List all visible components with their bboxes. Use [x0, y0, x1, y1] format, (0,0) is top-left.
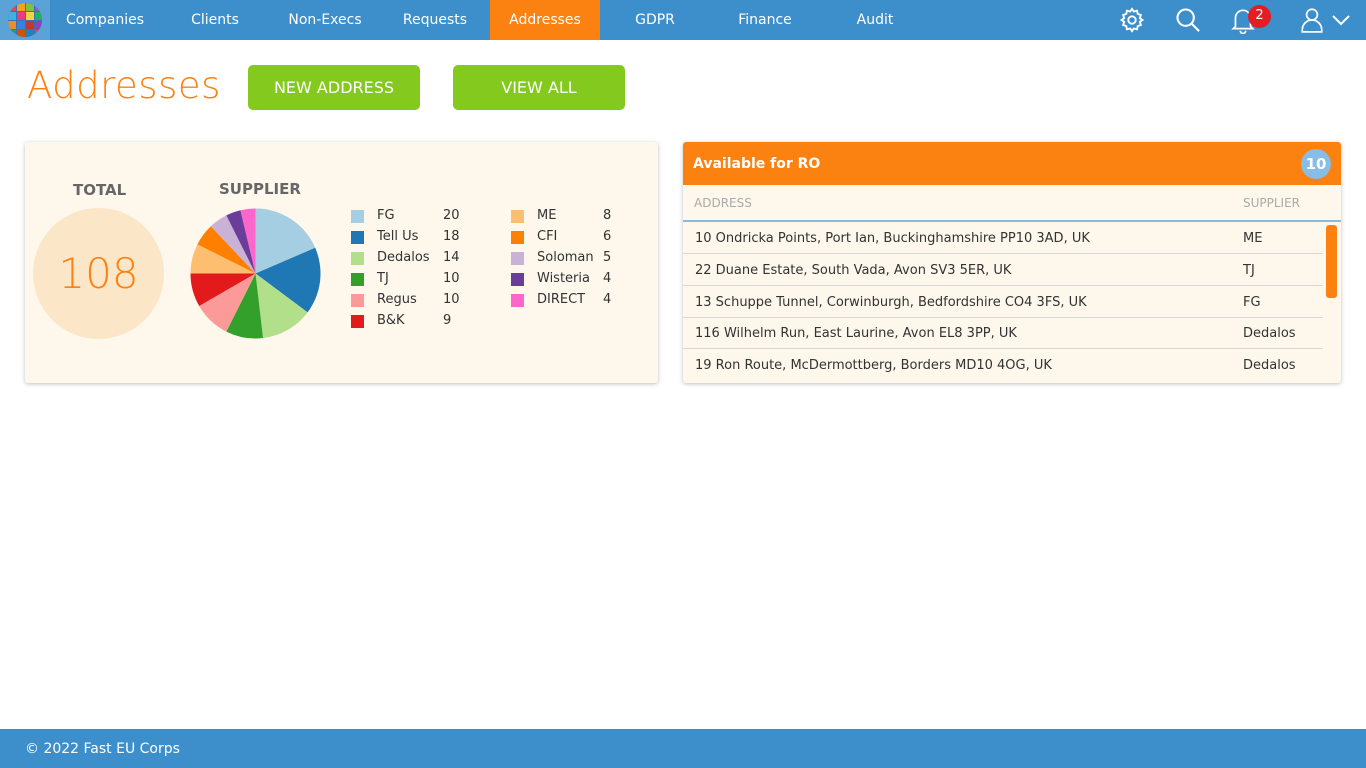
legend-value: 9 — [443, 313, 452, 328]
supplier-pie-chart — [190, 208, 321, 343]
legend-label: TJ — [377, 271, 389, 286]
legend-label: B&K — [377, 313, 405, 328]
new-address-button[interactable]: NEW ADDRESS — [248, 65, 420, 110]
copyright-text: © 2022 Fast EU Corps — [25, 741, 180, 757]
card-header: Available for RO 10 — [683, 142, 1341, 185]
nav-clients[interactable]: Clients — [160, 0, 270, 40]
footer: © 2022 Fast EU Corps — [0, 729, 1366, 768]
user-icon[interactable] — [1296, 0, 1328, 40]
column-header-address[interactable]: ADDRESS — [694, 196, 752, 210]
nav-audit[interactable]: Audit — [820, 0, 930, 40]
table-row[interactable]: 22 Duane Estate, South Vada, Avon SV3 5E… — [683, 255, 1323, 286]
legend-label: CFI — [537, 229, 558, 244]
nav-finance[interactable]: Finance — [710, 0, 820, 40]
legend-label: Dedalos — [377, 250, 430, 265]
chevron-down-icon[interactable] — [1330, 0, 1352, 40]
table-row[interactable]: 10 Ondricka Points, Port Ian, Buckingham… — [683, 223, 1323, 254]
legend-value: 10 — [443, 292, 460, 307]
legend-value: 4 — [603, 271, 612, 286]
gear-icon[interactable] — [1116, 0, 1148, 40]
logo-globe-icon[interactable] — [0, 0, 50, 40]
legend-value: 20 — [443, 208, 460, 223]
supplier-cell: Dedalos — [1243, 326, 1296, 341]
legend-swatch — [351, 273, 364, 286]
legend-label: Soloman — [537, 250, 594, 265]
address-cell: 19 Ron Route, McDermottberg, Borders MD1… — [695, 358, 1052, 373]
supplier-cell: TJ — [1243, 263, 1255, 278]
supplier-label: SUPPLIER — [219, 180, 301, 198]
legend-value: 5 — [603, 250, 612, 265]
legend-swatch — [511, 231, 524, 244]
total-value: 108 — [33, 208, 164, 339]
column-header-supplier[interactable]: SUPPLIER — [1243, 196, 1300, 210]
search-icon[interactable] — [1172, 0, 1204, 40]
legend-swatch — [511, 252, 524, 265]
supplier-cell: Dedalos — [1243, 358, 1296, 373]
nav-addresses[interactable]: Addresses — [490, 0, 600, 40]
legend-value: 4 — [603, 292, 612, 307]
legend-label: Tell Us — [377, 229, 419, 244]
page-title: Addresses — [27, 64, 221, 107]
stats-card: TOTAL 108 SUPPLIER FG 20 Tell Us 18 Dedalos 1… — [25, 142, 658, 383]
supplier-cell: ME — [1243, 231, 1263, 246]
nav-gdpr[interactable]: GDPR — [600, 0, 710, 40]
notification-badge: 2 — [1248, 5, 1271, 28]
legend-swatch — [511, 273, 524, 286]
legend-value: 18 — [443, 229, 460, 244]
legend-label: DIRECT — [537, 292, 586, 307]
legend-swatch — [511, 294, 524, 307]
legend-value: 8 — [603, 208, 612, 223]
card-title: Available for RO — [693, 156, 821, 172]
legend-swatch — [511, 210, 524, 223]
legend-swatch — [351, 294, 364, 307]
legend-swatch — [351, 315, 364, 328]
legend-value: 6 — [603, 229, 612, 244]
legend-label: FG — [377, 208, 395, 223]
nav-non-execs[interactable]: Non-Execs — [270, 0, 380, 40]
legend-swatch — [351, 231, 364, 244]
legend-swatch — [351, 252, 364, 265]
available-for-ro-card: Available for RO 10 ADDRESS SUPPLIER 10 … — [683, 142, 1341, 383]
main-nav: Companies Clients Non-Execs Requests Add… — [50, 0, 930, 40]
legend-value: 10 — [443, 271, 460, 286]
legend-label: Wisteria — [537, 271, 590, 286]
count-badge: 10 — [1301, 149, 1331, 179]
table-row[interactable]: 13 Schuppe Tunnel, Corwinburgh, Bedfords… — [683, 287, 1323, 318]
legend-label: Regus — [377, 292, 417, 307]
nav-requests[interactable]: Requests — [380, 0, 490, 40]
legend-swatch — [351, 210, 364, 223]
legend-label: ME — [537, 208, 557, 223]
address-cell: 13 Schuppe Tunnel, Corwinburgh, Bedfords… — [695, 295, 1087, 310]
nav-companies[interactable]: Companies — [50, 0, 160, 40]
scrollbar-thumb[interactable] — [1326, 225, 1337, 298]
view-all-button[interactable]: VIEW ALL — [453, 65, 625, 110]
legend-value: 14 — [443, 250, 460, 265]
top-nav-bar: Companies Clients Non-Execs Requests Add… — [0, 0, 1366, 40]
supplier-cell: FG — [1243, 295, 1261, 310]
total-label: TOTAL — [73, 181, 127, 199]
address-cell: 10 Ondricka Points, Port Ian, Buckingham… — [695, 231, 1090, 246]
address-cell: 116 Wilhelm Run, East Laurine, Avon EL8 … — [695, 326, 1017, 341]
table-row[interactable]: 19 Ron Route, McDermottberg, Borders MD1… — [683, 350, 1323, 381]
address-cell: 22 Duane Estate, South Vada, Avon SV3 5E… — [695, 263, 1012, 278]
header-divider — [683, 220, 1341, 222]
table-row[interactable]: 116 Wilhelm Run, East Laurine, Avon EL8 … — [683, 318, 1323, 349]
